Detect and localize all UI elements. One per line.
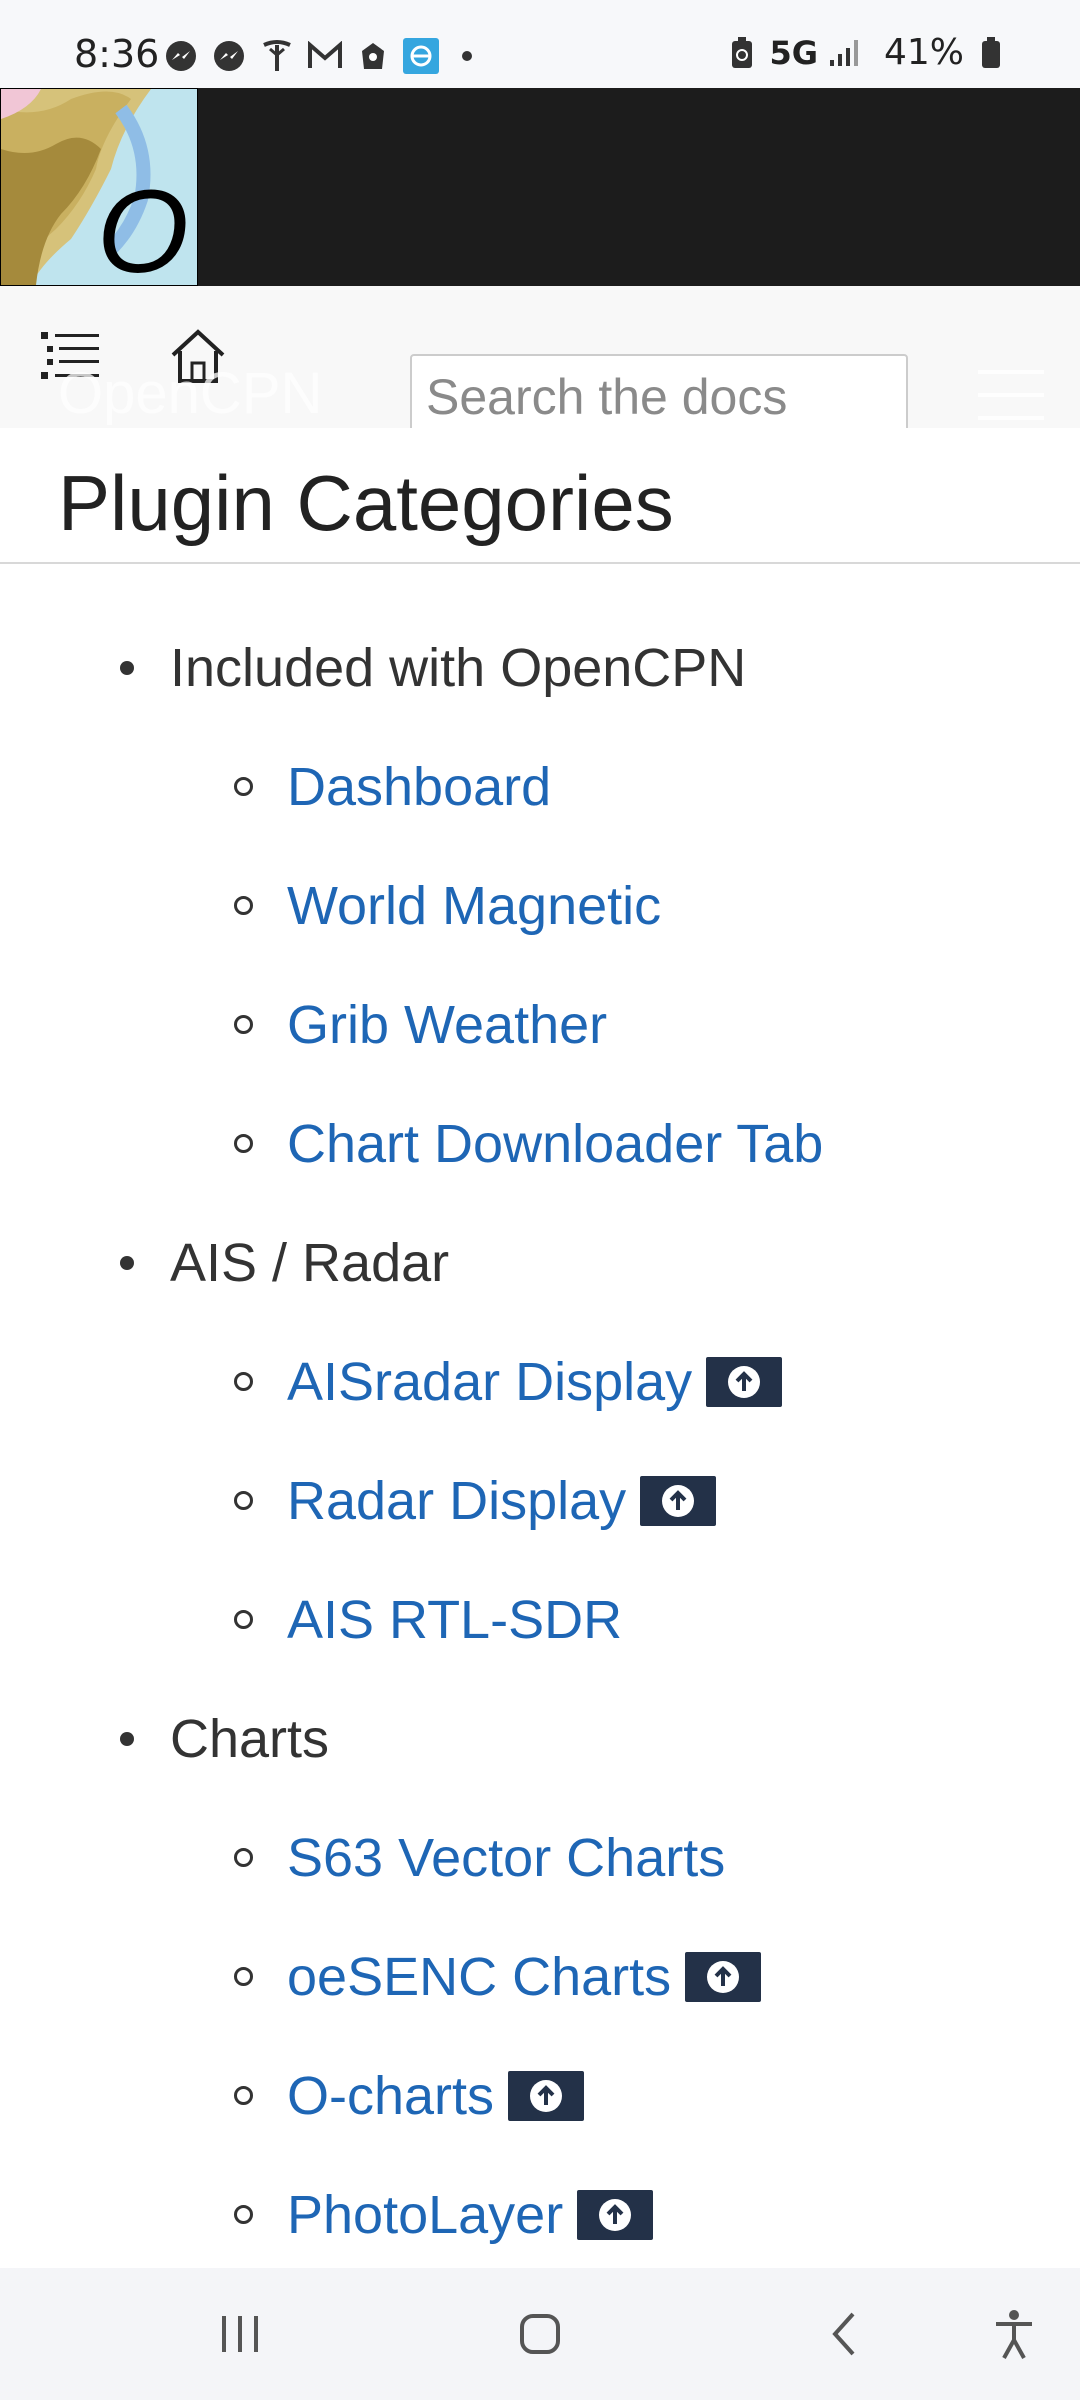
network-type: 5G — [769, 33, 818, 72]
title-band: Plugin Categories — [0, 428, 1080, 564]
accessibility-icon — [996, 2310, 1032, 2359]
category-item: Charts — [120, 1679, 329, 1798]
messenger-icon — [210, 37, 248, 75]
header-banner: O — [0, 88, 1080, 286]
managed-plugin-badge[interactable] — [577, 2189, 654, 2240]
brand-text[interactable]: OpenCPN — [58, 360, 322, 427]
plugin-link-grib-weather[interactable]: Grib Weather — [287, 994, 607, 1056]
plugin-link-chart-downloader[interactable]: Chart Downloader Tab — [287, 1113, 823, 1175]
back-icon — [832, 2312, 855, 2356]
category-item: Included with OpenCPN — [120, 608, 746, 727]
list-item: Radar Display — [234, 1441, 717, 1560]
status-bar: 8:36 5G 41% — [0, 0, 1080, 88]
list-item: PhotoLayer — [234, 2155, 654, 2264]
plugin-link-photolayer[interactable]: PhotoLayer — [287, 2184, 563, 2246]
notification-icons — [162, 36, 472, 76]
plugin-link-s63-vector-charts[interactable]: S63 Vector Charts — [287, 1827, 725, 1889]
menu-icon — [978, 370, 1044, 374]
status-time: 8:36 — [74, 32, 160, 76]
app-icon — [354, 37, 392, 75]
category-label: AIS / Radar — [170, 1232, 450, 1293]
more-notifications-dot — [462, 51, 472, 61]
bullet-disc — [120, 1731, 134, 1746]
list-item: S63 Vector Charts — [234, 1798, 725, 1917]
category-item: AIS / Radar — [120, 1203, 449, 1322]
plugin-link-oesenc-charts[interactable]: oeSENC Charts — [287, 1946, 671, 2008]
managed-plugin-badge[interactable] — [640, 1475, 717, 1526]
category-label: Charts — [170, 1708, 330, 1769]
recent-apps-button[interactable] — [200, 2294, 280, 2374]
menu-button[interactable] — [978, 370, 1044, 420]
battery-percent: 41% — [883, 32, 964, 73]
messenger-icon — [162, 37, 200, 75]
plugin-link-radar-display[interactable]: Radar Display — [287, 1470, 626, 1532]
list-item: Dashboard — [234, 727, 551, 846]
back-button[interactable] — [804, 2294, 884, 2374]
plugin-link-dashboard[interactable]: Dashboard — [287, 756, 551, 818]
gmail-icon — [306, 37, 344, 75]
managed-plugin-badge[interactable] — [706, 1356, 783, 1407]
upload-icon — [530, 2079, 563, 2112]
list-item: AISradar Display — [234, 1322, 783, 1441]
page-title: Plugin Categories — [58, 459, 674, 547]
nav-bar: OpenCPN — [0, 286, 1080, 440]
list-item: Chart Downloader Tab — [234, 1084, 823, 1203]
battery-saver-icon — [723, 34, 761, 72]
plugin-link-world-magnetic[interactable]: World Magnetic — [287, 875, 661, 937]
plugin-link-o-charts[interactable]: O-charts — [287, 2065, 494, 2127]
managed-plugin-badge[interactable] — [508, 2070, 585, 2121]
upload-icon — [599, 2198, 632, 2231]
system-nav-bar — [0, 2268, 1080, 2400]
plugin-list: Included with OpenCPN Dashboard World Ma… — [0, 564, 1080, 2264]
upload-icon — [728, 1365, 761, 1398]
home-circle-icon — [520, 2314, 560, 2354]
antenna-icon — [258, 37, 296, 75]
managed-plugin-badge[interactable] — [685, 1951, 762, 2002]
category-label: Included with OpenCPN — [170, 637, 747, 698]
battery-icon — [972, 34, 1010, 72]
opencpn-logo[interactable]: O — [0, 88, 198, 286]
bullet-disc — [120, 1255, 134, 1270]
recent-apps-icon — [222, 2316, 258, 2352]
list-item: Grib Weather — [234, 965, 607, 1084]
upload-icon — [662, 1484, 695, 1517]
list-item: World Magnetic — [234, 846, 661, 965]
plugin-link-aisradar-display[interactable]: AISradar Display — [287, 1351, 692, 1413]
list-item: O-charts — [234, 2036, 585, 2155]
list-item: AIS RTL-SDR — [234, 1560, 622, 1679]
status-right: 5G 41% — [723, 32, 1010, 73]
upload-icon — [707, 1960, 740, 1993]
plugin-link-ais-rtl-sdr[interactable]: AIS RTL-SDR — [287, 1589, 622, 1651]
logo-letter: O — [97, 166, 189, 286]
home-nav-button[interactable] — [500, 2294, 580, 2374]
list-item: oeSENC Charts — [234, 1917, 762, 2036]
accessibility-button[interactable] — [974, 2294, 1054, 2374]
browser-icon — [402, 37, 440, 75]
signal-icon — [826, 34, 864, 72]
bullet-disc — [120, 660, 134, 675]
